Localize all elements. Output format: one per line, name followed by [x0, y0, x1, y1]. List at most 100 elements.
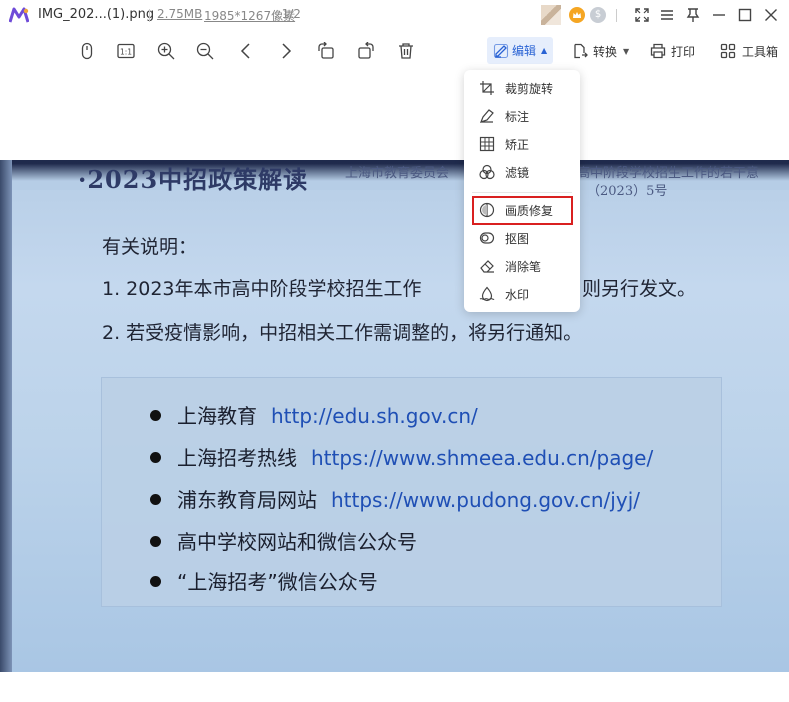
minimize-icon	[713, 14, 725, 16]
link-name: “上海招考”微信公众号	[177, 570, 378, 594]
menu-item-cutout[interactable]: 抠图	[464, 225, 580, 251]
crop-icon	[480, 81, 494, 95]
edit-dropdown-menu: 裁剪旋转 标注 矫正 滤镜 画质修复 抠图 消除笔 水印	[464, 70, 580, 312]
previous-image-button[interactable]	[234, 39, 258, 63]
menu-item-label: 水印	[505, 287, 530, 302]
title-divider	[149, 9, 150, 22]
toolbox-button[interactable]: 工具箱	[720, 39, 778, 63]
menu-item-label: 滤镜	[505, 165, 530, 180]
filter-icon	[479, 164, 495, 180]
note-line-1: 1. 2023年本市高中阶段学校招生工作	[102, 274, 422, 301]
convert-icon	[574, 43, 588, 59]
pin-button[interactable]	[682, 4, 704, 26]
note-line-1-text: 1. 2023年本市高中阶段学校招生工作	[102, 278, 422, 300]
file-name: IMG_202...(1).png	[38, 7, 155, 22]
close-button[interactable]	[760, 4, 782, 26]
bullet	[150, 576, 161, 587]
link-item: 上海教育 http://edu.sh.gov.cn/	[150, 400, 478, 429]
maximize-button[interactable]	[734, 4, 756, 26]
trash-icon	[399, 43, 413, 59]
menu-item-label: 消除笔	[505, 259, 542, 274]
bullet	[150, 494, 161, 505]
menu-button[interactable]	[656, 4, 678, 26]
highlight-box	[472, 196, 573, 225]
edit-icon	[493, 43, 509, 58]
menu-item-annotate[interactable]: 标注	[464, 103, 580, 129]
caret-up-icon: ▲	[541, 46, 548, 55]
rotate-right-button[interactable]	[354, 39, 378, 63]
image-canvas[interactable]: ·2023中招政策解读 上海市教育委员会 高中阶段学校招生工作的若干意 （202…	[0, 160, 789, 672]
correct-icon	[479, 136, 495, 152]
slide-title: ·2023中招政策解读	[78, 165, 309, 194]
print-label: 打印	[671, 44, 696, 59]
toolbar: 1:1 编辑 ▲ 转换 ▼ 打印 工具箱	[0, 30, 789, 72]
link-url: https://www.pudong.gov.cn/jyj/	[331, 488, 640, 512]
fullscreen-button[interactable]	[631, 4, 653, 26]
chevron-right-icon	[282, 43, 292, 59]
file-size[interactable]: 2.75MB	[157, 7, 202, 21]
zoom-out-button[interactable]	[193, 39, 217, 63]
zoom-in-icon	[157, 42, 175, 60]
note-line-1-tail: 则另行发文。	[582, 278, 697, 300]
image-viewer-window: IMG_202...(1).png 2.75MB 1985*1267像素 , 1…	[0, 0, 789, 702]
bullet	[150, 536, 161, 547]
slide-subtitle-issuer: 上海市教育委员会	[345, 166, 450, 181]
app-logo-icon	[9, 7, 29, 23]
note-line-2: 2. 若受疫情影响，中招相关工作需调整的，将另行通知。	[102, 322, 583, 344]
svg-text:1:1: 1:1	[120, 48, 132, 57]
title-bar: IMG_202...(1).png 2.75MB 1985*1267像素 , 1…	[0, 0, 789, 30]
next-image-button[interactable]	[274, 39, 298, 63]
link-item: 浦东教育局网站 https://www.pudong.gov.cn/jyj/	[150, 484, 640, 513]
link-url: https://www.shmeea.edu.cn/page/	[311, 446, 654, 470]
rotate-right-icon	[358, 42, 374, 59]
link-item: 高中学校网站和微信公众号	[150, 526, 417, 555]
watermark-icon	[479, 286, 495, 302]
menu-item-label: 矫正	[505, 137, 530, 152]
printer-icon	[650, 43, 666, 59]
menu-divider	[472, 192, 572, 193]
print-button[interactable]: 打印	[650, 39, 695, 63]
link-item: 上海招考热线 https://www.shmeea.edu.cn/page/	[150, 442, 653, 471]
cutout-icon	[479, 232, 495, 244]
crown-icon	[573, 12, 581, 18]
edit-button[interactable]: 编辑 ▲	[487, 37, 553, 64]
slide-subtitle-document: 高中阶段学校招生工作的若干意	[577, 166, 760, 181]
actual-size-button[interactable]: 1:1	[114, 39, 138, 63]
vip-badge-icon[interactable]	[569, 7, 585, 23]
bullet	[150, 452, 161, 463]
grid-icon	[720, 43, 736, 59]
coin-badge-icon[interactable]: $	[590, 7, 606, 23]
minimize-button[interactable]	[708, 4, 730, 26]
notes-heading: 有关说明：	[102, 236, 198, 258]
rotate-left-button[interactable]	[314, 39, 338, 63]
maximize-icon	[738, 8, 752, 22]
zoom-out-icon	[196, 42, 214, 60]
bottom-area	[0, 672, 789, 702]
mouse-mode-button[interactable]	[75, 39, 99, 63]
convert-label: 转换	[593, 44, 618, 59]
menu-item-label: 裁剪旋转	[505, 81, 554, 96]
menu-item-watermark[interactable]: 水印	[464, 281, 580, 307]
convert-button[interactable]: 转换 ▼	[572, 39, 629, 63]
zoom-in-button[interactable]	[154, 39, 178, 63]
link-item: “上海招考”微信公众号	[150, 566, 378, 595]
link-name: 浦东教育局网站	[177, 488, 317, 512]
actual-size-icon: 1:1	[117, 43, 135, 59]
link-name: 上海教育	[177, 404, 257, 428]
slide-subtitle-number: （2023）5号	[587, 184, 668, 199]
menu-item-correct[interactable]: 矫正	[464, 131, 580, 157]
pin-icon	[686, 8, 700, 22]
page-indicator: , 1/2	[274, 7, 301, 21]
bullet	[150, 410, 161, 421]
rotate-left-icon	[318, 42, 334, 59]
window-controls-divider	[616, 9, 617, 22]
menu-item-label: 标注	[505, 109, 530, 124]
menu-item-eraser[interactable]: 消除笔	[464, 253, 580, 279]
delete-button[interactable]	[394, 39, 418, 63]
menu-item-filter[interactable]: 滤镜	[464, 159, 580, 185]
menu-item-crop-rotate[interactable]: 裁剪旋转	[464, 75, 580, 101]
link-url: http://edu.sh.gov.cn/	[271, 404, 478, 428]
annotate-icon	[479, 109, 494, 123]
avatar[interactable]	[541, 5, 561, 25]
chevron-left-icon	[240, 43, 250, 59]
